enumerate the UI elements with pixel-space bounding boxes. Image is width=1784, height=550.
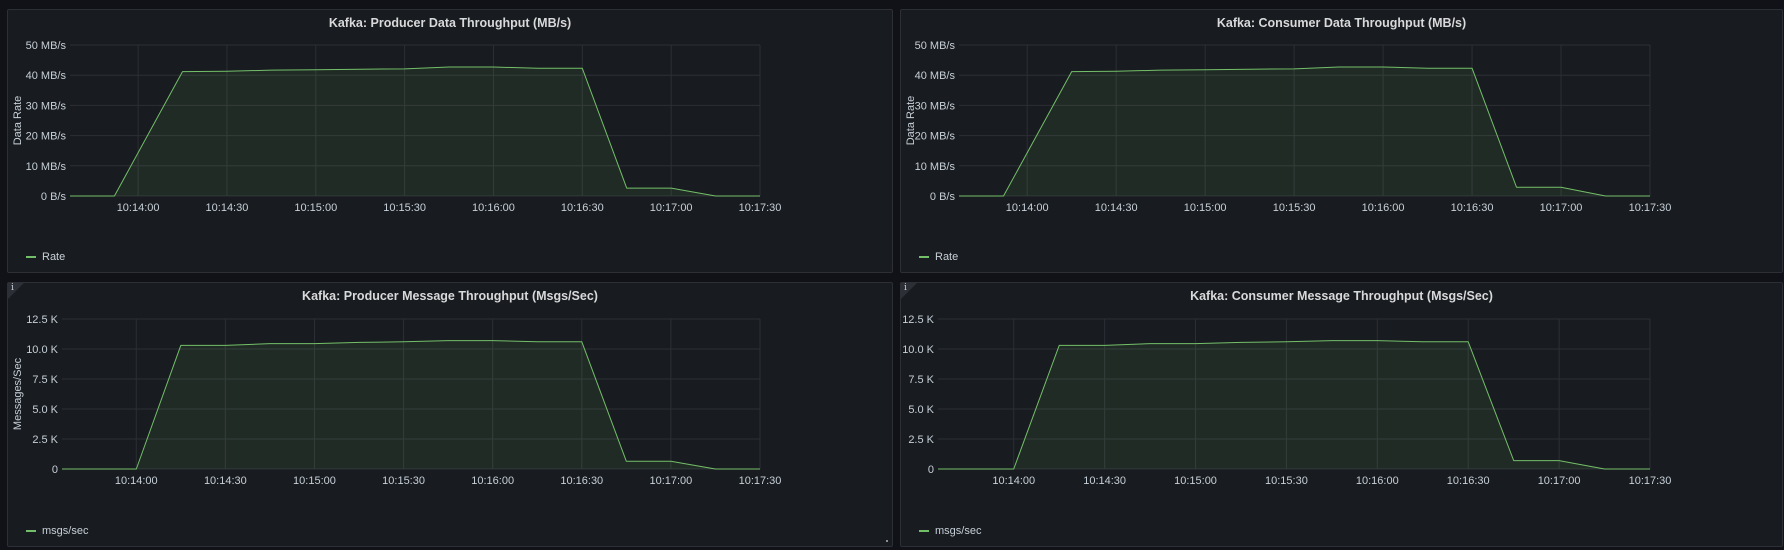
y-tick-label: 2.5 K <box>32 434 58 446</box>
y-tick-label: 0 B/s <box>41 191 67 203</box>
x-tick-label: 10:16:30 <box>560 475 603 487</box>
legend-label: Rate <box>935 251 959 263</box>
x-tick-label: 10:16:00 <box>472 202 515 214</box>
y-tick-label: 0 <box>928 464 934 476</box>
chart: 0 B/s 10 MB/s 20 MB/s 30 MB/s 40 MB/s 50 MB/s… <box>12 40 782 214</box>
x-tick-label: 10:15:00 <box>294 202 337 214</box>
y-tick-label: 30 MB/s <box>26 100 67 112</box>
x-tick-label: 10:17:00 <box>650 202 693 214</box>
legend-label: msgs/sec <box>935 525 982 537</box>
y-tick-label: 0 <box>52 464 58 476</box>
y-axis-label: Data Rate <box>905 96 917 146</box>
x-tick-label: 10:17:00 <box>1540 202 1583 214</box>
x-tick-label: 10:16:00 <box>471 475 514 487</box>
x-tick-label: 10:14:00 <box>115 475 158 487</box>
y-tick-label: 30 MB/s <box>915 100 956 112</box>
x-tick-label: 10:16:30 <box>1447 475 1490 487</box>
y-tick-label: 12.5 K <box>26 314 58 326</box>
legend-swatch <box>26 530 36 532</box>
legend-label: Rate <box>42 251 66 263</box>
legend-label: msgs/sec <box>42 525 89 537</box>
x-tick-label: 10:16:00 <box>1356 475 1399 487</box>
x-tick-label: 10:15:00 <box>1174 475 1217 487</box>
y-tick-label: 40 MB/s <box>26 70 67 82</box>
series-area <box>959 67 1650 196</box>
chart: 0 2.5 K 5.0 K 7.5 K 10.0 K 12.5 K 10:14:00 10:1… <box>12 314 782 487</box>
y-tick-label: 50 MB/s <box>26 40 67 52</box>
x-tick-label: 10:14:30 <box>206 202 249 214</box>
series-area <box>70 67 760 196</box>
chart: 0 2.5 K 5.0 K 7.5 K 10.0 K 12.5 K 10:14:00 10:1… <box>902 314 1672 487</box>
x-tick-label: 10:14:00 <box>992 475 1035 487</box>
y-axis-label: Data Rate <box>12 96 24 146</box>
panel-consumer-message-throughput[interactable]: i Kafka: Consumer Message Throughput (Ms… <box>900 282 1783 547</box>
legend-swatch <box>26 256 36 258</box>
y-tick-label: 10 MB/s <box>26 161 67 173</box>
y-tick-label: 5.0 K <box>32 404 58 416</box>
chart: 0 B/s 10 MB/s 20 MB/s 30 MB/s 40 MB/s 50 MB/s… <box>905 40 1672 214</box>
y-tick-label: 2.5 K <box>908 434 934 446</box>
y-tick-label: 10.0 K <box>26 344 58 356</box>
x-tick-label: 10:14:00 <box>117 202 160 214</box>
series-area <box>938 340 1650 469</box>
x-tick-label: 10:17:30 <box>1629 475 1672 487</box>
legend-item[interactable]: msgs/sec <box>919 525 981 537</box>
x-tick-label: 10:16:30 <box>1451 202 1494 214</box>
x-tick-label: 10:17:00 <box>1538 475 1581 487</box>
x-tick-label: 10:17:30 <box>1629 202 1672 214</box>
legend-swatch <box>919 256 929 258</box>
y-tick-label: 10.0 K <box>902 344 934 356</box>
x-tick-label: 10:15:00 <box>1184 202 1227 214</box>
x-tick-label: 10:15:00 <box>293 475 336 487</box>
x-tick-label: 10:15:30 <box>1265 475 1308 487</box>
x-tick-label: 10:14:30 <box>1095 202 1138 214</box>
x-tick-label: 10:17:00 <box>649 475 692 487</box>
x-tick-label: 10:15:30 <box>383 202 426 214</box>
y-tick-label: 20 MB/s <box>26 131 67 143</box>
x-tick-label: 10:16:30 <box>561 202 604 214</box>
y-tick-label: 50 MB/s <box>915 40 956 52</box>
x-tick-label: 10:15:30 <box>1273 202 1316 214</box>
y-tick-label: 0 B/s <box>930 191 956 203</box>
legend-item[interactable]: Rate <box>919 251 958 263</box>
y-tick-label: 5.0 K <box>908 404 934 416</box>
x-tick-label: 10:17:30 <box>739 202 782 214</box>
y-tick-label: 7.5 K <box>32 374 58 386</box>
legend-swatch <box>919 530 929 532</box>
series-area <box>62 340 760 469</box>
x-tick-label: 10:14:30 <box>204 475 247 487</box>
x-tick-label: 10:15:30 <box>382 475 425 487</box>
y-tick-label: 7.5 K <box>908 374 934 386</box>
resize-handle[interactable] <box>886 540 888 542</box>
x-tick-label: 10:14:30 <box>1083 475 1126 487</box>
legend-item[interactable]: Rate <box>26 251 65 263</box>
x-tick-label: 10:17:30 <box>739 475 782 487</box>
x-tick-label: 10:14:00 <box>1006 202 1049 214</box>
panel-producer-message-throughput[interactable]: i Kafka: Producer Message Throughput (Ms… <box>7 282 893 547</box>
y-tick-label: 10 MB/s <box>915 161 956 173</box>
x-tick-label: 10:16:00 <box>1362 202 1405 214</box>
legend-item[interactable]: msgs/sec <box>26 525 88 537</box>
panel-consumer-data-throughput[interactable]: Kafka: Consumer Data Throughput (MB/s) 0… <box>900 9 1783 273</box>
y-axis-label: Messages/Sec <box>12 357 24 430</box>
panel-producer-data-throughput[interactable]: Kafka: Producer Data Throughput (MB/s) 0… <box>7 9 893 273</box>
y-tick-label: 40 MB/s <box>915 70 956 82</box>
y-tick-label: 12.5 K <box>902 314 934 326</box>
y-tick-label: 20 MB/s <box>915 131 956 143</box>
